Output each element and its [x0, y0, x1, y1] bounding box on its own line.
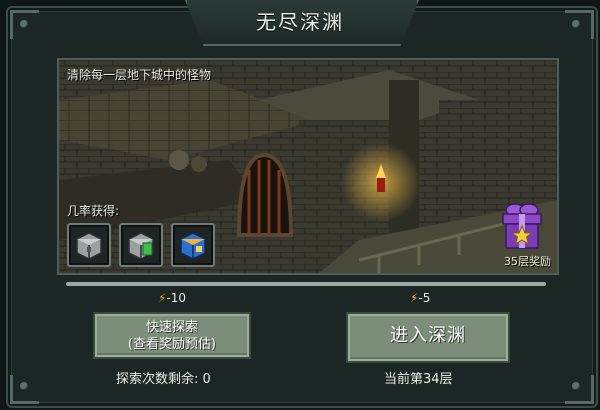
dungeon-scene: 清除每一层地下城中的怪物 几率获得: 35层奖励: [57, 58, 559, 275]
fast-explore-cost-value: -10: [166, 291, 187, 305]
drop-chance-label: 几率获得:: [67, 204, 120, 218]
blue-chest-icon: [180, 232, 206, 260]
frame-corner: [565, 375, 594, 404]
rivet: [20, 20, 28, 28]
gift-box-icon[interactable]: [499, 202, 545, 252]
section-divider: [66, 282, 546, 286]
reward-item-gray-chest[interactable]: [67, 223, 111, 267]
rivet: [572, 382, 580, 390]
enter-abyss-button[interactable]: 进入深渊: [346, 312, 510, 363]
current-floor-label: 当前第34层: [384, 372, 453, 387]
floor-reward-label: 35层奖励: [504, 255, 551, 268]
rivet: [572, 20, 580, 28]
fast-explore-cost: ⚡-10: [158, 291, 186, 305]
gray-chest-icon: [76, 232, 102, 260]
fast-explore-label: 快速探索: [145, 320, 198, 335]
view-reward-estimate-label: (查看奖励预估): [127, 337, 217, 352]
fast-explore-button[interactable]: 快速探索 (查看奖励预估): [93, 312, 251, 359]
green-chest-icon: [128, 232, 154, 260]
window-title: 无尽深渊: [256, 10, 344, 34]
reward-item-green-chest[interactable]: [119, 223, 163, 267]
enter-abyss-cost: ⚡-5: [410, 291, 430, 305]
objective-text: 清除每一层地下城中的怪物: [67, 68, 212, 82]
explore-remaining-count: 探索次数剩余: 0: [116, 372, 211, 387]
reward-item-blue-chest[interactable]: [171, 223, 215, 267]
enter-abyss-cost-value: -5: [418, 291, 431, 305]
rivet: [20, 382, 28, 390]
